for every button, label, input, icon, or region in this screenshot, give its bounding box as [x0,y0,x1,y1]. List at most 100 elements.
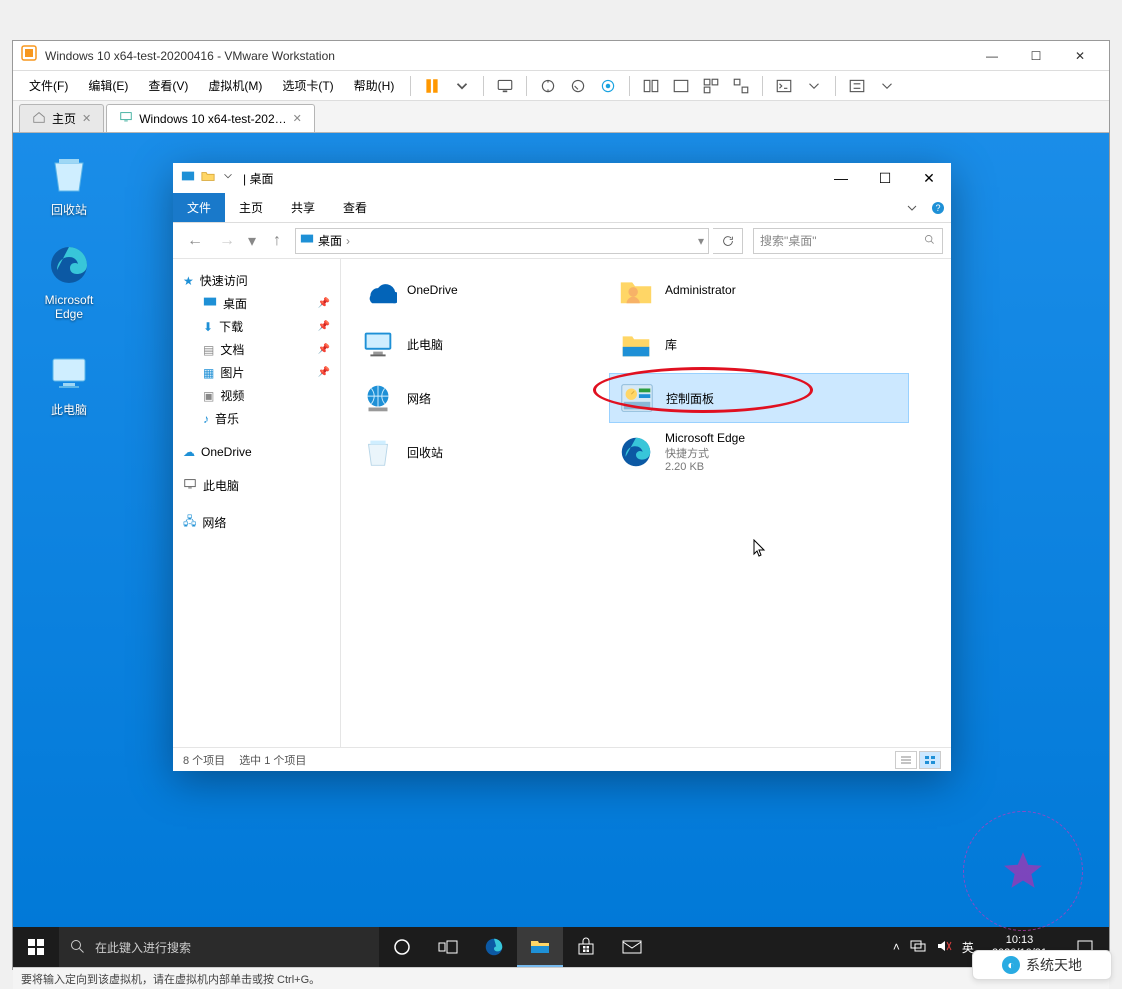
taskbar-search[interactable]: 在此键入进行搜索 [59,927,379,967]
fullscreen-dropdown-icon[interactable] [874,74,900,98]
explorer-address-bar: ← → ▾ ↑ 桌面 › ▾ 搜索"桌面" [173,223,951,259]
menu-tabs[interactable]: 选项卡(T) [274,73,341,98]
address-path[interactable]: 桌面 › ▾ [295,228,709,254]
sidebar-quick-access[interactable]: ★快速访问 [179,269,334,292]
desktop-edge[interactable]: MicrosoftEdge [31,241,107,321]
vmware-minimize-button[interactable]: — [971,42,1013,70]
item-network[interactable]: 网络 [351,373,599,423]
watermark-star [963,811,1083,931]
sidebar-music[interactable]: ♪音乐 [179,407,334,430]
sidebar-network[interactable]: 🖧网络 [179,509,334,536]
help-icon[interactable]: ? [925,195,951,221]
desktop-edge-label1: Microsoft [45,293,94,307]
menu-edit[interactable]: 编辑(E) [80,73,136,98]
sidebar-desktop[interactable]: 桌面📌 [179,292,334,315]
item-label: 回收站 [407,444,443,461]
desktop-recycle-bin[interactable]: 回收站 [31,149,107,218]
user-folder-icon [617,271,655,309]
qat-dropdown-icon[interactable] [221,169,235,188]
stretch-button[interactable] [728,74,754,98]
ribbon-expand-icon[interactable] [899,195,925,221]
item-label: Microsoft Edge [665,431,745,445]
sidebar-onedrive[interactable]: ☁OneDrive [179,442,334,462]
view-icons-button[interactable] [919,751,941,769]
start-button[interactable] [13,927,59,967]
tray-network-icon[interactable] [910,939,926,956]
item-recycle-bin[interactable]: 回收站 [351,427,599,477]
fullscreen-button[interactable] [844,74,870,98]
taskbar-taskview[interactable] [425,927,471,967]
view-details-button[interactable] [895,751,917,769]
vmware-maximize-button[interactable]: ☐ [1015,42,1057,70]
sidebar-documents[interactable]: ▤文档📌 [179,338,334,361]
taskbar-cortana[interactable] [379,927,425,967]
nav-back-button[interactable]: ← [181,227,209,255]
watermark-logo-icon: ◐ [1002,956,1020,974]
tray-volume-icon[interactable] [936,939,952,956]
menu-view[interactable]: 查看(V) [140,73,196,98]
tray-chevron-up-icon[interactable]: ˄ [893,940,900,954]
ribbon-tab-share[interactable]: 共享 [277,193,329,222]
search-input[interactable]: 搜索"桌面" [753,228,943,254]
explorer-maximize-button[interactable]: ☐ [863,163,907,193]
send-ctrl-alt-del-button[interactable] [492,74,518,98]
tab-home[interactable]: 主页 ✕ [19,104,104,132]
folder-icon [201,169,215,188]
item-administrator[interactable]: Administrator [609,265,857,315]
explorer-content[interactable]: OneDrive Administrator 此电脑 库 [341,259,951,747]
pin-icon: 📌 [318,298,330,309]
sidebar-pictures[interactable]: ▦图片📌 [179,361,334,384]
console-dropdown-icon[interactable] [801,74,827,98]
item-control-panel[interactable]: 控制面板 [609,373,909,423]
explorer-minimize-button[interactable]: — [819,163,863,193]
taskbar-edge[interactable] [471,927,517,967]
vm-desktop[interactable]: 回收站 MicrosoftEdge 此电脑 | 桌面 — ☐ ✕ [13,133,1109,967]
close-icon[interactable]: ✕ [293,112,302,125]
item-edge[interactable]: Microsoft Edge 快捷方式 2.20 KB [609,427,857,477]
taskbar-store[interactable] [563,927,609,967]
path-dropdown-icon[interactable]: ▾ [698,234,704,248]
tile-button[interactable] [698,74,724,98]
thumbnail-button[interactable] [668,74,694,98]
refresh-button[interactable] [713,228,743,254]
sidebar-videos[interactable]: ▣视频 [179,384,334,407]
desktop-this-pc[interactable]: 此电脑 [31,349,107,418]
path-sep: › [346,234,350,248]
nav-up-button[interactable]: ↑ [263,227,291,255]
ribbon-tab-view[interactable]: 查看 [329,193,381,222]
tab-vm[interactable]: Windows 10 x64-test-202… ✕ [106,104,315,132]
toolbar-dropdown-icon[interactable] [449,74,475,98]
menu-file[interactable]: 文件(F) [21,73,76,98]
snapshot-manager-button[interactable] [595,74,621,98]
video-icon: ▣ [203,389,214,403]
sidebar-downloads[interactable]: ⬇下载📌 [179,315,334,338]
item-onedrive[interactable]: OneDrive [351,265,599,315]
pin-icon: 📌 [318,321,330,332]
pause-vm-button[interactable] [419,74,445,98]
menu-help[interactable]: 帮助(H) [346,73,403,98]
nav-recent-dropdown[interactable]: ▾ [245,227,259,255]
sidebar-this-pc[interactable]: 此电脑 [179,474,334,497]
taskbar-mail[interactable] [609,927,655,967]
vmware-close-button[interactable]: ✕ [1059,42,1101,70]
close-icon[interactable]: ✕ [82,112,91,125]
snapshot-revert-button[interactable] [565,74,591,98]
explorer-close-button[interactable]: ✕ [907,163,951,193]
computer-icon [183,477,197,494]
menu-vm[interactable]: 虚拟机(M) [200,73,270,98]
console-button[interactable] [771,74,797,98]
explorer-ribbon: 文件 主页 共享 查看 ? [173,193,951,223]
vmware-title: Windows 10 x64-test-20200416 - VMware Wo… [45,49,963,63]
ribbon-tab-home[interactable]: 主页 [225,193,277,222]
vmware-app-icon [21,45,37,66]
taskbar-explorer[interactable] [517,927,563,967]
unity-button[interactable] [638,74,664,98]
item-this-pc[interactable]: 此电脑 [351,319,599,369]
path-root: 桌面 [318,232,342,249]
explorer-icon [181,169,195,188]
snapshot-button[interactable] [535,74,561,98]
site-watermark: ◐ 系统天地 [972,950,1112,980]
nav-forward-button[interactable]: → [213,227,241,255]
ribbon-tab-file[interactable]: 文件 [173,193,225,222]
item-libraries[interactable]: 库 [609,319,857,369]
